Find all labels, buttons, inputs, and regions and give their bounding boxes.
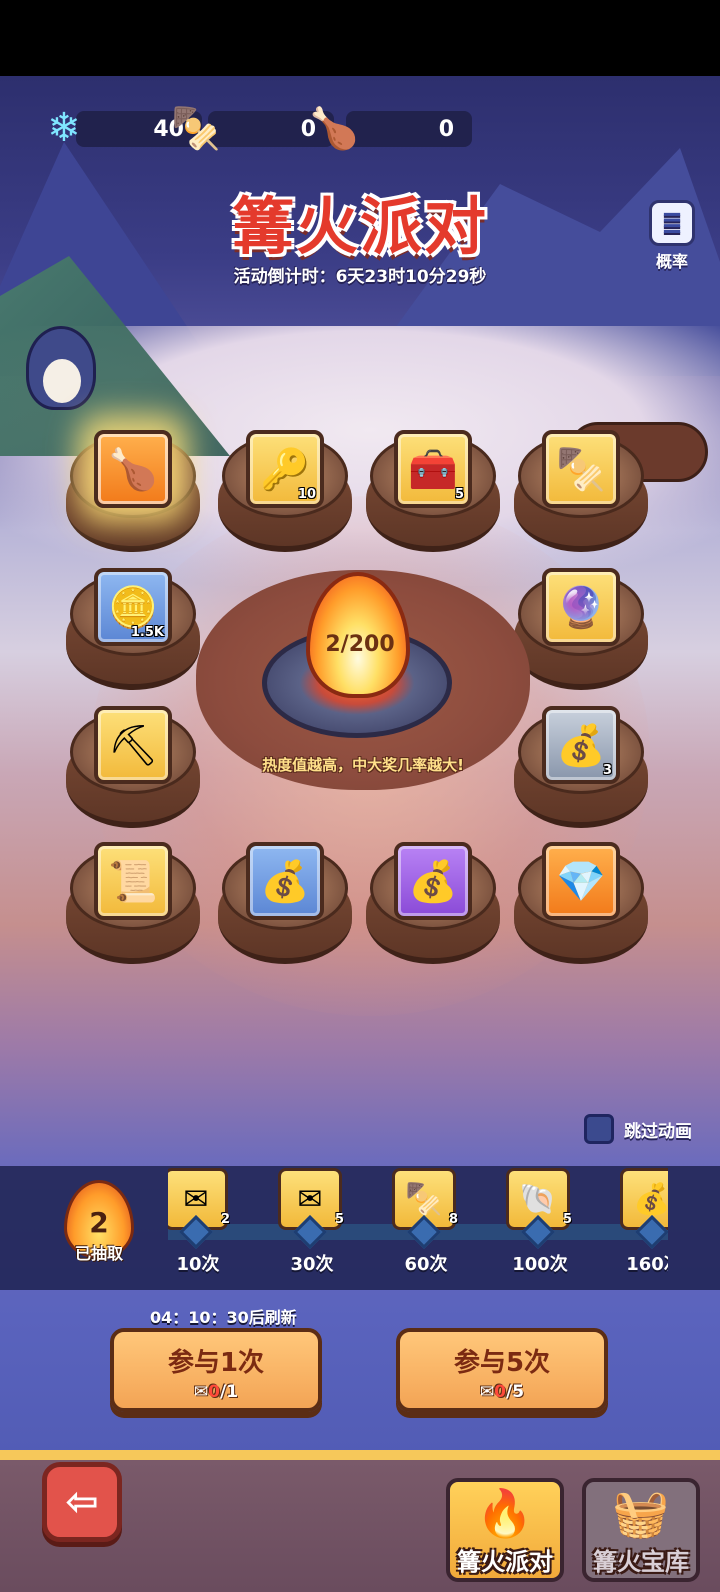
join-once-button[interactable]: 参与1次 ✉0/1 <box>110 1328 322 1412</box>
prize-slot: 💰 3 <box>514 706 648 828</box>
purple-orb-icon: 🔮 <box>556 584 606 631</box>
prize-count: 3 <box>602 763 612 778</box>
prize-tile[interactable]: 🪙 1.5K <box>94 568 172 646</box>
tab-campfire-party[interactable]: 🔥 篝火派对 <box>446 1478 564 1582</box>
event-title: 篝火派对 <box>231 190 488 263</box>
gold-crystal-icon: 💎 <box>556 858 606 905</box>
join-once-need: /1 <box>220 1382 239 1402</box>
milestone-reward-count: 5 <box>562 1212 572 1227</box>
treasure-basket-icon: 🧺 <box>612 1486 670 1540</box>
document-icon: ≣ <box>649 200 695 246</box>
campfire-icon: 🔥 <box>476 1486 534 1540</box>
join-once-label: 参与1次 <box>167 1348 265 1378</box>
back-arrow-icon: ⇦ <box>65 1479 99 1525</box>
prize-tile[interactable]: 💰 <box>246 842 324 920</box>
probability-label: 概率 <box>655 252 688 271</box>
blue-mystery-bag-icon: 💰 <box>260 858 310 905</box>
drawn-label: 已抽取 <box>74 1244 123 1263</box>
scroll-icon: 📜 <box>108 858 158 905</box>
tab-campfire-treasury[interactable]: 🧺 篝火宝库 <box>582 1478 700 1582</box>
probability-button[interactable]: ≣ 概率 <box>642 200 702 272</box>
ticket-envelope-icon: ✉ <box>183 1181 209 1217</box>
prize-tile[interactable]: 📜 <box>94 842 172 920</box>
milestone-reward-count: 8 <box>448 1212 458 1227</box>
prize-slot: 📜 <box>66 842 200 964</box>
prize-count: 1.5K <box>130 625 164 640</box>
prize-tile[interactable]: 🍢 <box>542 430 620 508</box>
roast-chicken-icon: 🍗 <box>309 105 359 152</box>
currency-chicken: 0 🍗 <box>309 106 472 152</box>
tab-campfire-treasury-label: 篝火宝库 <box>593 1548 689 1576</box>
skip-animation-checkbox[interactable] <box>584 1114 614 1144</box>
prize-slot: 🍗 <box>66 430 200 552</box>
key-icon: 🔑 <box>260 446 310 493</box>
prize-tile[interactable]: 🔮 <box>542 568 620 646</box>
prize-slot: 🍢 <box>514 430 648 552</box>
milestone-label: 10次 <box>176 1254 220 1275</box>
join-five-label: 参与5次 <box>453 1348 551 1378</box>
event-scene <box>0 76 720 1592</box>
heat-hint: 热度值越高，中大奖几率越大! <box>262 756 464 774</box>
prize-tile[interactable]: 💎 <box>542 842 620 920</box>
pickaxe-icon: ⛏ <box>107 722 159 769</box>
event-countdown: 活动倒计时：6天23时10分29秒 <box>233 267 487 287</box>
prize-slot: 🔑 10 <box>218 430 352 552</box>
mystery-bag-icon: 💰 <box>633 1181 668 1217</box>
snowflake-plus-icon[interactable]: ❄ <box>36 100 92 156</box>
pearl-shell-icon: 🐚 <box>519 1181 557 1217</box>
join-five-cost: ✉0/5 <box>400 1382 604 1402</box>
prize-slot: ⛏ <box>66 706 200 828</box>
prize-tile[interactable]: 💰 <box>394 842 472 920</box>
milestone-reward: 💰 <box>620 1168 668 1230</box>
tab-campfire-party-label: 篝火派对 <box>457 1548 553 1576</box>
prize-slot: 💰 <box>366 842 500 964</box>
prize-slot: 🧰 5 <box>366 430 500 552</box>
prize-tile[interactable]: 🔑 10 <box>246 430 324 508</box>
milestone-label: 160次 <box>626 1254 668 1275</box>
gold-coin-icon: 🪙 <box>108 584 158 631</box>
milestone-label: 100次 <box>512 1254 568 1275</box>
join-five-button[interactable]: 参与5次 ✉0/5 <box>396 1328 608 1412</box>
milestone-reward-count: 2 <box>220 1212 230 1227</box>
join-once-cost: ✉0/1 <box>114 1382 318 1402</box>
drawn-count: 2 <box>89 1206 109 1239</box>
currency-chicken-value: 0 <box>346 111 472 147</box>
prize-count: 5 <box>454 487 464 502</box>
milestone-scroll[interactable]: ✉ 2 10次 ✉ 5 30次 🍢 8 60次 🐚 5 100次 💰 160次 <box>168 1166 668 1290</box>
penguin-mascot <box>26 326 96 410</box>
skip-animation-label: 跳过动画 <box>624 1121 692 1142</box>
treasure-chest-icon: 🧰 <box>408 446 458 493</box>
join-five-have: 0 <box>494 1382 507 1402</box>
status-bar <box>0 0 720 76</box>
drawn-counter: 2 已抽取 <box>56 1180 142 1276</box>
gray-mystery-bag-icon: 💰 <box>556 722 606 769</box>
skip-animation-toggle[interactable]: 跳过动画 <box>584 1114 692 1144</box>
prize-tile[interactable]: 🧰 5 <box>394 430 472 508</box>
join-five-need: /5 <box>506 1382 525 1402</box>
skewer-icon: 🍢 <box>556 446 606 493</box>
join-once-have: 0 <box>208 1382 221 1402</box>
penguin-belly <box>43 359 81 403</box>
prize-count: 10 <box>297 487 316 502</box>
refresh-timer: 04：10：30后刷新 <box>150 1308 297 1327</box>
heat-counter: 2/200 <box>325 632 395 657</box>
prize-slot: 💎 <box>514 842 648 964</box>
prize-tile[interactable]: 💰 3 <box>542 706 620 784</box>
ticket-envelope-icon: ✉ <box>297 1181 323 1217</box>
prize-slot: 🪙 1.5K <box>66 568 200 690</box>
purple-mystery-bag-icon: 💰 <box>408 858 458 905</box>
prize-slot: 🔮 <box>514 568 648 690</box>
milestone-reward-count: 5 <box>334 1212 344 1227</box>
prize-tile[interactable]: 🍗 <box>94 430 172 508</box>
skewer-icon: 🍢 <box>405 1181 443 1217</box>
skewer-icon: 🍢 <box>171 105 221 152</box>
back-button[interactable]: ⇦ <box>42 1462 122 1542</box>
milestone-label: 60次 <box>404 1254 448 1275</box>
roast-chicken-icon: 🍗 <box>108 446 158 493</box>
ticket-envelope-icon: ✉ <box>193 1382 209 1402</box>
prize-slot: 💰 <box>218 842 352 964</box>
milestone-label: 30次 <box>290 1254 334 1275</box>
prize-tile[interactable]: ⛏ <box>94 706 172 784</box>
ticket-envelope-icon: ✉ <box>479 1382 495 1402</box>
